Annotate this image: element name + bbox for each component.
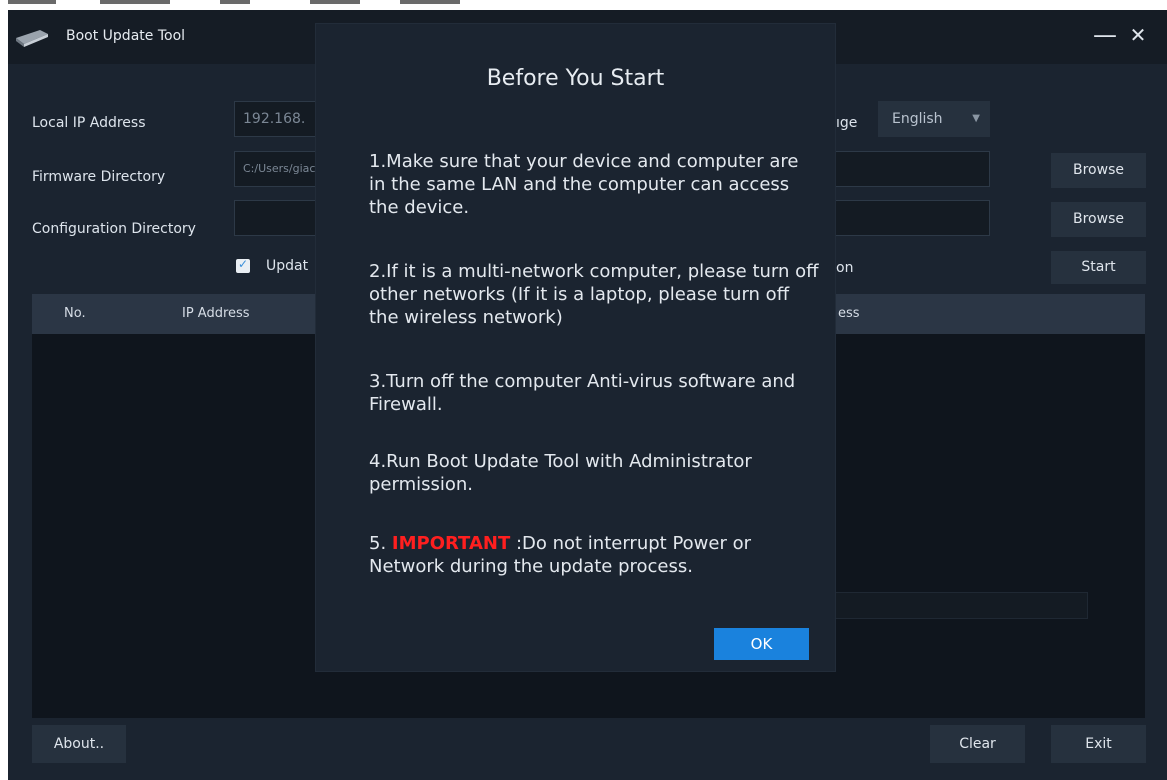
minimize-icon[interactable]: — [1090,20,1120,50]
exit-button[interactable]: Exit [1051,725,1146,763]
instruction-3: 3.Turn off the computer Anti-virus softw… [369,371,796,415]
column-ip-address: IP Address [182,306,250,321]
about-button[interactable]: About.. [32,725,126,763]
language-value: English [892,111,943,127]
column-progress-partial: ess [838,306,860,321]
language-select[interactable]: English ▼ [878,101,990,137]
instruction-1: 1.Make sure that your device and compute… [369,151,799,218]
language-label: ıge [836,115,858,131]
instruction-4: 4.Run Boot Update Tool with Administrato… [369,451,752,495]
background-status-bar [822,592,1088,619]
ok-button[interactable]: OK [714,628,809,660]
config-browse-button[interactable]: Browse [1051,202,1146,237]
important-warning: IMPORTANT [391,533,511,554]
start-button[interactable]: Start [1051,251,1146,284]
dialog-title: Before You Start [486,66,665,91]
firmware-browse-button[interactable]: Browse [1051,153,1146,188]
update-checkbox[interactable]: ✓ [236,257,250,273]
window-title: Boot Update Tool [66,28,186,44]
update-checkbox-label: Updat [266,258,309,274]
checkbox-check-icon: ✓ [238,257,249,271]
right-option-label: on [836,260,854,276]
app-logo-icon [16,30,48,47]
background-window-strip [0,0,1167,10]
clear-button[interactable]: Clear [930,725,1025,763]
configuration-directory-label: Configuration Directory [32,221,196,237]
before-you-start-dialog: Before You Start 1.Make sure that your d… [316,24,835,671]
column-no: No. [64,306,86,321]
instruction-5: 5. IMPORTANT :Do not interrupt Power or … [369,532,819,578]
instruction-5-prefix: 5. [369,533,392,554]
instruction-2: 2.If it is a multi-network computer, ple… [369,261,819,328]
firmware-directory-label: Firmware Directory [32,169,166,185]
close-icon[interactable]: ✕ [1123,20,1153,50]
dropdown-caret-icon: ▼ [972,113,980,124]
local-ip-label: Local IP Address [32,115,146,131]
